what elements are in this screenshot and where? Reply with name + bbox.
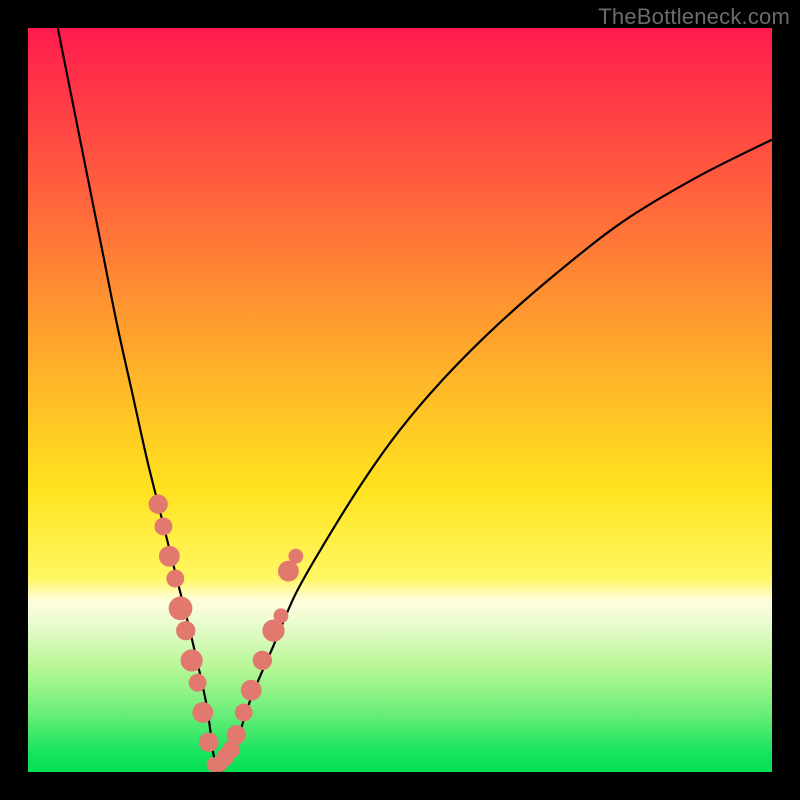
marker-dot xyxy=(154,518,172,536)
bottleneck-curve xyxy=(58,28,772,772)
marker-dot xyxy=(176,621,195,640)
marker-dot xyxy=(149,494,168,513)
marker-dot xyxy=(235,704,253,722)
watermark-text: TheBottleneck.com xyxy=(598,4,790,30)
marker-dot xyxy=(278,561,299,582)
marker-dot xyxy=(181,649,203,671)
marker-dot xyxy=(159,546,180,567)
plot-area xyxy=(28,28,772,772)
marker-dot xyxy=(189,674,207,692)
marker-dot xyxy=(166,570,184,588)
marker-dot xyxy=(253,651,272,670)
marker-dot xyxy=(169,596,193,620)
marker-dot xyxy=(241,680,262,701)
marker-dot xyxy=(274,608,289,623)
marker-dot xyxy=(288,549,303,564)
sample-markers xyxy=(149,494,304,772)
marker-dot xyxy=(199,733,218,752)
chart-frame: TheBottleneck.com xyxy=(0,0,800,800)
marker-dot xyxy=(227,725,246,744)
curve-layer xyxy=(28,28,772,772)
marker-dot xyxy=(192,702,213,723)
